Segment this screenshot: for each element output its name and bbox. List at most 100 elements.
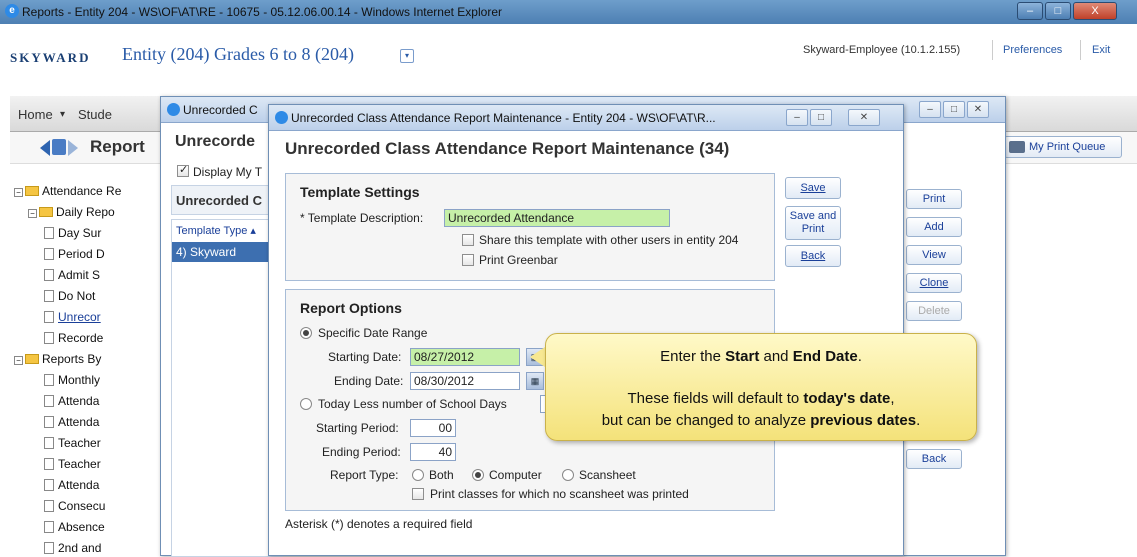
- ending-date-input[interactable]: 08/30/2012: [410, 372, 520, 390]
- history-icon[interactable]: [52, 139, 66, 155]
- close-button[interactable]: X: [1073, 2, 1117, 20]
- tree-item[interactable]: Consecu: [44, 499, 105, 513]
- instruction-callout: Enter the Start and End Date. These fiel…: [545, 333, 977, 441]
- tree-item[interactable]: − Daily Repo: [28, 205, 115, 219]
- report-maintenance-dialog: Unrecorded Class Attendance Report Maint…: [268, 104, 904, 556]
- tree-item[interactable]: Attenda: [44, 415, 99, 429]
- tree-item[interactable]: Period D: [44, 247, 105, 261]
- maximize-button[interactable]: □: [810, 109, 832, 126]
- skyward-logo: SKYWARD: [10, 50, 91, 65]
- report-type-both-radio[interactable]: [412, 469, 424, 481]
- ending-date-label: Ending Date:: [334, 374, 404, 388]
- folder-icon: [25, 354, 39, 364]
- report-type-scansheet-label: Scansheet: [579, 468, 636, 482]
- tree-item[interactable]: Teacher: [44, 457, 101, 471]
- document-icon: [44, 479, 54, 491]
- document-icon: [44, 437, 54, 449]
- print-button[interactable]: Print: [906, 189, 962, 209]
- tree-item[interactable]: Recorde: [44, 331, 103, 345]
- minimize-button[interactable]: –: [1017, 2, 1043, 20]
- delete-button[interactable]: Delete: [906, 301, 962, 321]
- divider: [1080, 40, 1081, 60]
- report-type-scansheet-radio[interactable]: [562, 469, 574, 481]
- calendar-icon[interactable]: ▦: [526, 372, 544, 390]
- template-description-label: * Template Description:: [300, 211, 424, 225]
- tree-item[interactable]: − Reports By: [14, 352, 101, 366]
- print-classes-label: Print classes for which no scansheet was…: [430, 487, 689, 501]
- print-greenbar-checkbox[interactable]: [462, 254, 474, 266]
- save-and-print-label-2: Print: [801, 223, 825, 235]
- collapse-icon[interactable]: −: [14, 188, 23, 197]
- report-type-both-label: Both: [429, 468, 454, 482]
- entity-title[interactable]: Entity (204) Grades 6 to 8 (204): [122, 44, 354, 65]
- divider: [992, 40, 993, 60]
- save-and-print-label-1: Save and: [789, 210, 837, 222]
- list-panel-title: Unrecorded C: [176, 193, 262, 208]
- entity-dropdown-icon[interactable]: ▾: [400, 49, 414, 63]
- tree-item[interactable]: Monthly: [44, 373, 100, 387]
- template-window-heading: Unrecorde: [175, 133, 256, 150]
- preferences-link[interactable]: Preferences: [1003, 44, 1062, 56]
- template-list: Template Type ▴ 4) Skyward: [171, 219, 283, 557]
- document-icon: [44, 311, 54, 323]
- document-icon: [44, 290, 54, 302]
- today-less-radio[interactable]: [300, 398, 312, 410]
- starting-date-input[interactable]: 08/27/2012: [410, 348, 520, 366]
- print-classes-checkbox[interactable]: [412, 488, 424, 500]
- back-button[interactable]: Back: [785, 245, 841, 267]
- starting-period-label: Starting Period:: [316, 421, 399, 435]
- add-button[interactable]: Add: [906, 217, 962, 237]
- table-row[interactable]: 4) Skyward: [172, 242, 282, 262]
- document-icon: [44, 500, 54, 512]
- share-template-checkbox[interactable]: [462, 234, 474, 246]
- save-button[interactable]: Save: [785, 177, 841, 199]
- display-my-checkbox[interactable]: ✓: [177, 164, 189, 177]
- my-print-queue-button[interactable]: My Print Queue: [1004, 136, 1122, 158]
- maximize-button[interactable]: □: [1045, 2, 1071, 20]
- specific-date-range-radio[interactable]: [300, 327, 312, 339]
- forward-arrow-icon[interactable]: [68, 140, 78, 156]
- share-template-label: Share this template with other users in …: [479, 233, 739, 247]
- column-header-template-type[interactable]: Template Type ▴: [176, 224, 256, 237]
- close-button[interactable]: ✕: [967, 101, 989, 118]
- minimize-button[interactable]: –: [786, 109, 808, 126]
- collapse-icon[interactable]: −: [14, 356, 23, 365]
- tree-item[interactable]: Attenda: [44, 478, 99, 492]
- starting-period-input[interactable]: 00: [410, 419, 456, 437]
- minimize-button[interactable]: –: [919, 101, 941, 118]
- print-greenbar-label: Print Greenbar: [479, 253, 558, 267]
- save-and-print-button[interactable]: Save and Print: [785, 206, 841, 240]
- tree-item[interactable]: 2nd and: [44, 541, 101, 555]
- tree-item[interactable]: Absence: [44, 520, 105, 534]
- report-options-title: Report Options: [300, 300, 402, 316]
- maximize-button[interactable]: □: [943, 101, 965, 118]
- back-arrow-icon[interactable]: [40, 140, 50, 156]
- folder-icon: [39, 207, 53, 217]
- display-my-label: Display My T: [193, 165, 263, 179]
- reports-title: Report: [90, 137, 145, 156]
- clone-button[interactable]: Clone: [906, 273, 962, 293]
- tree-item[interactable]: Do Not: [44, 289, 95, 303]
- back-button[interactable]: Back: [906, 449, 962, 469]
- tree-item[interactable]: Attenda: [44, 394, 99, 408]
- ending-period-input[interactable]: 40: [410, 443, 456, 461]
- tree-item[interactable]: Admit S: [44, 268, 100, 282]
- report-type-computer-radio[interactable]: [472, 469, 484, 481]
- tree-item[interactable]: − Attendance Re: [14, 184, 121, 198]
- nav-student[interactable]: Stude: [78, 107, 112, 122]
- tree-item[interactable]: Day Sur: [44, 226, 101, 240]
- chevron-down-icon[interactable]: ▾: [60, 109, 65, 120]
- my-print-queue-label: My Print Queue: [1029, 141, 1106, 153]
- template-settings-title: Template Settings: [300, 184, 420, 200]
- view-button[interactable]: View: [906, 245, 962, 265]
- template-description-input[interactable]: Unrecorded Attendance: [444, 209, 670, 227]
- tree-item[interactable]: Teacher: [44, 436, 101, 450]
- nav-home[interactable]: Home: [18, 107, 53, 122]
- collapse-icon[interactable]: −: [28, 209, 37, 218]
- close-button[interactable]: ✕: [848, 109, 880, 126]
- today-less-label: Today Less number of School Days: [318, 397, 507, 411]
- document-icon: [44, 269, 54, 281]
- document-icon: [44, 395, 54, 407]
- exit-link[interactable]: Exit: [1092, 44, 1110, 56]
- tree-item[interactable]: Unrecor: [44, 310, 101, 324]
